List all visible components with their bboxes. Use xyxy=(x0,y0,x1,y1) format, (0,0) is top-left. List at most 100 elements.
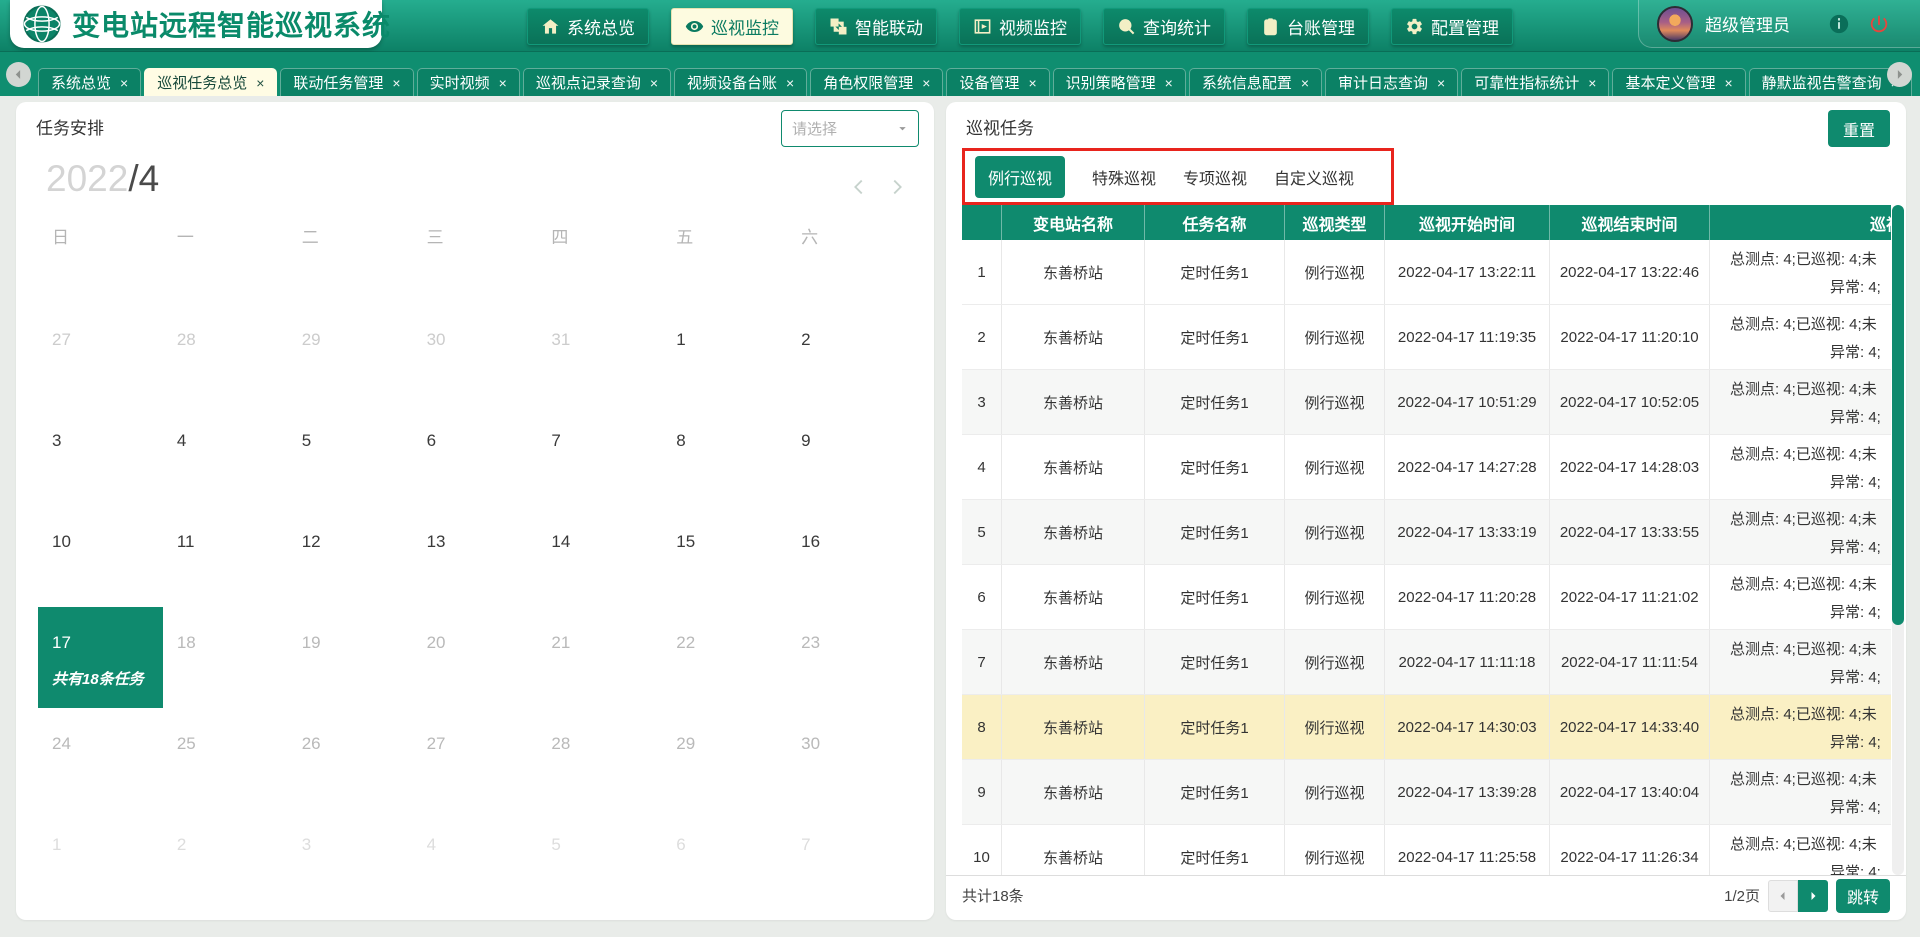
calendar-day-cell[interactable]: 6 xyxy=(662,809,787,910)
workspace-tab[interactable]: 基本定义管理× xyxy=(1612,68,1745,96)
next-page-icon[interactable] xyxy=(1798,880,1828,912)
nav-button-gear[interactable]: 配置管理 xyxy=(1391,8,1513,45)
workspace-tab[interactable]: 巡视点记录查询× xyxy=(523,68,671,96)
table-row[interactable]: 9东善桥站定时任务1例行巡视2022-04-17 13:39:282022-04… xyxy=(962,760,1891,825)
nav-button-video[interactable]: 视频监控 xyxy=(959,8,1081,45)
calendar-day-cell[interactable]: 14 xyxy=(537,506,662,607)
calendar-day-cell[interactable]: 16 xyxy=(787,506,912,607)
filter-tab[interactable]: 自定义巡视 xyxy=(1274,165,1354,189)
calendar-day-cell[interactable]: 8 xyxy=(662,405,787,506)
calendar-day-cell[interactable]: 23 xyxy=(787,607,912,708)
logout-power-icon[interactable] xyxy=(1868,13,1890,35)
calendar-day-cell[interactable]: 9 xyxy=(787,405,912,506)
table-row[interactable]: 8东善桥站定时任务1例行巡视2022-04-17 14:30:032022-04… xyxy=(962,695,1891,760)
calendar-day-cell[interactable]: 21 xyxy=(537,607,662,708)
nav-button-clipboard[interactable]: 台账管理 xyxy=(1247,8,1369,45)
tab-scroll-right-icon[interactable] xyxy=(1887,62,1912,87)
station-select-dropdown[interactable]: 请选择 xyxy=(781,110,919,147)
tab-close-icon[interactable]: × xyxy=(499,75,507,91)
tab-close-icon[interactable]: × xyxy=(120,75,128,91)
tab-close-icon[interactable]: × xyxy=(786,75,794,91)
filter-tab[interactable]: 例行巡视 xyxy=(975,156,1065,198)
prev-page-icon[interactable] xyxy=(1768,880,1798,912)
workspace-tab[interactable]: 角色权限管理× xyxy=(810,68,943,96)
calendar-prev-icon[interactable] xyxy=(848,176,870,198)
scrollbar-thumb[interactable] xyxy=(1892,205,1904,625)
avatar[interactable] xyxy=(1657,6,1693,42)
calendar-day-cell[interactable]: 5 xyxy=(537,809,662,910)
calendar-day-cell[interactable]: 29 xyxy=(288,304,413,405)
table-row[interactable]: 1东善桥站定时任务1例行巡视2022-04-17 13:22:112022-04… xyxy=(962,240,1891,305)
info-icon[interactable] xyxy=(1828,13,1850,35)
filter-tab[interactable]: 专项巡视 xyxy=(1183,165,1247,189)
tab-close-icon[interactable]: × xyxy=(1301,75,1309,91)
table-scrollbar[interactable] xyxy=(1892,205,1904,875)
calendar-day-cell[interactable]: 22 xyxy=(662,607,787,708)
calendar-day-selected[interactable]: 17共有18条任务 xyxy=(38,607,163,708)
calendar-day-cell[interactable]: 28 xyxy=(163,304,288,405)
tab-close-icon[interactable]: × xyxy=(1588,75,1596,91)
calendar-day-cell[interactable]: 4 xyxy=(413,809,538,910)
calendar-day-cell[interactable]: 28 xyxy=(537,708,662,809)
calendar-day-cell[interactable]: 27 xyxy=(38,304,163,405)
calendar-day-cell[interactable]: 19 xyxy=(288,607,413,708)
calendar-day-cell[interactable]: 27 xyxy=(413,708,538,809)
reset-button[interactable]: 重置 xyxy=(1828,110,1890,147)
calendar-day-cell[interactable]: 30 xyxy=(413,304,538,405)
workspace-tab[interactable]: 视频设备台账× xyxy=(674,68,807,96)
workspace-tab[interactable]: 巡视任务总览× xyxy=(144,68,277,96)
filter-tab[interactable]: 特殊巡视 xyxy=(1092,165,1156,189)
workspace-tab[interactable]: 可靠性指标统计× xyxy=(1461,68,1609,96)
workspace-tab[interactable]: 设备管理× xyxy=(946,68,1049,96)
table-row[interactable]: 6东善桥站定时任务1例行巡视2022-04-17 11:20:282022-04… xyxy=(962,565,1891,630)
calendar-next-icon[interactable] xyxy=(886,176,908,198)
tab-close-icon[interactable]: × xyxy=(392,75,400,91)
tab-close-icon[interactable]: × xyxy=(1724,75,1732,91)
workspace-tab[interactable]: 系统信息配置× xyxy=(1189,68,1322,96)
workspace-tab[interactable]: 审计日志查询× xyxy=(1325,68,1458,96)
calendar-day-cell[interactable]: 31 xyxy=(537,304,662,405)
calendar-day-cell[interactable]: 12 xyxy=(288,506,413,607)
nav-button-home[interactable]: 系统总览 xyxy=(527,8,649,45)
calendar-day-cell[interactable]: 10 xyxy=(38,506,163,607)
calendar-day-cell[interactable]: 29 xyxy=(662,708,787,809)
table-row[interactable]: 5东善桥站定时任务1例行巡视2022-04-17 13:33:192022-04… xyxy=(962,500,1891,565)
calendar-day-cell[interactable]: 24 xyxy=(38,708,163,809)
calendar-day-cell[interactable]: 5 xyxy=(288,405,413,506)
calendar-day-cell[interactable]: 18 xyxy=(163,607,288,708)
nav-button-link[interactable]: 智能联动 xyxy=(815,8,937,45)
calendar-day-cell[interactable]: 20 xyxy=(413,607,538,708)
jump-button[interactable]: 跳转 xyxy=(1836,879,1890,913)
tab-close-icon[interactable]: × xyxy=(1028,75,1036,91)
calendar-day-cell[interactable]: 30 xyxy=(787,708,912,809)
tab-close-icon[interactable]: × xyxy=(922,75,930,91)
tab-close-icon[interactable]: × xyxy=(1437,75,1445,91)
calendar-day-cell[interactable]: 3 xyxy=(288,809,413,910)
workspace-tab[interactable]: 实时视频× xyxy=(417,68,520,96)
calendar-day-cell[interactable]: 7 xyxy=(787,809,912,910)
calendar-day-cell[interactable]: 13 xyxy=(413,506,538,607)
calendar-day-cell[interactable]: 15 xyxy=(662,506,787,607)
calendar-day-cell[interactable]: 1 xyxy=(662,304,787,405)
calendar-day-cell[interactable]: 1 xyxy=(38,809,163,910)
calendar-day-cell[interactable]: 2 xyxy=(163,809,288,910)
calendar-day-cell[interactable]: 3 xyxy=(38,405,163,506)
workspace-tab[interactable]: 识别策略管理× xyxy=(1053,68,1186,96)
table-row[interactable]: 4东善桥站定时任务1例行巡视2022-04-17 14:27:282022-04… xyxy=(962,435,1891,500)
workspace-tab[interactable]: 联动任务管理× xyxy=(280,68,413,96)
table-row[interactable]: 7东善桥站定时任务1例行巡视2022-04-17 11:11:182022-04… xyxy=(962,630,1891,695)
calendar-day-cell[interactable]: 4 xyxy=(163,405,288,506)
workspace-tab[interactable]: 系统总览× xyxy=(38,68,141,96)
tab-close-icon[interactable]: × xyxy=(650,75,658,91)
calendar-day-cell[interactable]: 25 xyxy=(163,708,288,809)
tab-close-icon[interactable]: × xyxy=(256,75,264,91)
table-row[interactable]: 2东善桥站定时任务1例行巡视2022-04-17 11:19:352022-04… xyxy=(962,305,1891,370)
tab-scroll-left-icon[interactable] xyxy=(6,62,31,87)
calendar-day-cell[interactable]: 7 xyxy=(537,405,662,506)
calendar-day-cell[interactable]: 26 xyxy=(288,708,413,809)
calendar-day-cell[interactable]: 6 xyxy=(413,405,538,506)
calendar-day-cell[interactable]: 11 xyxy=(163,506,288,607)
table-row[interactable]: 10东善桥站定时任务1例行巡视2022-04-17 11:25:582022-0… xyxy=(962,825,1891,875)
calendar-day-cell[interactable]: 2 xyxy=(787,304,912,405)
tab-close-icon[interactable]: × xyxy=(1165,75,1173,91)
